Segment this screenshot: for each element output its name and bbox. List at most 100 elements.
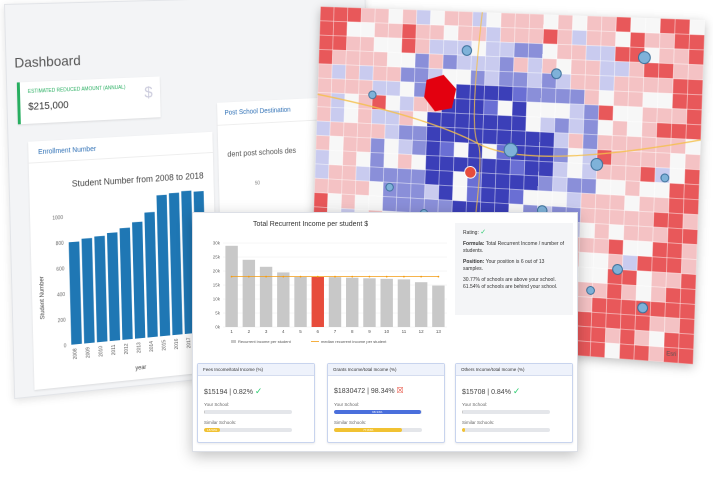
map-region: [369, 196, 383, 211]
map-region: [501, 13, 516, 28]
income-bar: [363, 278, 376, 327]
map-region: [672, 94, 687, 110]
map-region: [513, 72, 528, 87]
enrollment-bar: [94, 235, 108, 343]
school-marker: [638, 303, 648, 314]
map-region: [586, 31, 601, 46]
map-region: [601, 16, 616, 31]
map-region: [443, 54, 458, 69]
x-tick-label: 2011: [111, 344, 117, 355]
x-axis-label: year: [135, 365, 146, 372]
map-region: [641, 152, 656, 168]
map-region: [622, 255, 637, 271]
map-region: [529, 29, 544, 44]
map-region: [387, 52, 401, 67]
median-point: [403, 275, 405, 278]
map-region: [672, 109, 687, 125]
above-text: 30.77% of schools are above your school.: [463, 277, 556, 283]
school-marker: [551, 69, 561, 79]
map-region: [424, 184, 438, 199]
map-region: [615, 32, 630, 47]
map-region: [622, 270, 637, 286]
map-region: [552, 192, 567, 208]
map-region: [640, 167, 655, 183]
map-region: [330, 107, 344, 122]
map-region: [402, 9, 416, 24]
x-tick-label: 6: [317, 329, 320, 334]
map-region: [664, 332, 679, 348]
school-marker: [591, 158, 603, 170]
map-region: [628, 107, 643, 123]
map-region: [595, 194, 610, 210]
map-region: [680, 289, 695, 305]
post-school-subtitle: dent post schools des: [227, 146, 297, 159]
map-region: [319, 35, 333, 50]
map-region: [638, 241, 653, 257]
map-region: [359, 65, 373, 80]
map-region: [664, 317, 679, 333]
map-region: [674, 34, 689, 50]
map-region: [682, 229, 697, 245]
map-region: [440, 142, 455, 157]
map-region: [441, 113, 456, 128]
map-region: [388, 23, 402, 38]
map-region: [621, 285, 636, 301]
map-region: [554, 118, 569, 133]
metric-title: Fees Income/total Income (%): [198, 364, 314, 376]
income-report-panel: Total Recurrent Income per student $ 30k…: [192, 212, 578, 452]
map-region: [512, 101, 527, 116]
map-region: [591, 327, 606, 343]
map-region: [620, 314, 635, 330]
map-region: [571, 60, 586, 75]
map-region: [678, 348, 693, 364]
map-region: [529, 14, 544, 29]
similar-schools-fill: 77.84%: [334, 428, 403, 432]
enrollment-bar: [106, 232, 121, 342]
x-tick-label: 12: [419, 329, 425, 334]
map-region: [513, 57, 528, 72]
map-region: [439, 156, 454, 171]
school-marker: [504, 143, 518, 157]
map-region: [578, 267, 593, 283]
map-region: [612, 121, 627, 137]
map-region: [610, 195, 625, 211]
map-region: [596, 179, 611, 195]
map-region: [553, 162, 568, 177]
map-region: [643, 92, 658, 108]
map-region: [554, 133, 569, 148]
similar-schools-bar: [462, 428, 550, 432]
map-region: [683, 199, 698, 215]
y-tick-label: 0k: [215, 325, 221, 330]
map-region: [347, 22, 361, 37]
map-region: [552, 177, 567, 193]
map-region: [329, 136, 343, 151]
map-region: [328, 179, 342, 194]
school-marker: [462, 46, 472, 56]
school-marker: [386, 183, 394, 191]
map-region: [318, 64, 332, 79]
kpi-value: $215,000: [28, 100, 69, 113]
metric-value: $1830472 | 98.34%: [334, 388, 395, 395]
median-point: [316, 275, 319, 278]
check-icon: ✓: [512, 386, 521, 396]
map-region: [527, 73, 542, 88]
map-region: [374, 37, 388, 52]
enrollment-bar: [68, 241, 82, 345]
map-region: [371, 124, 385, 139]
map-region: [401, 53, 415, 68]
map-region: [429, 54, 443, 69]
map-region: [685, 154, 700, 170]
x-tick-label: 2010: [98, 345, 104, 357]
map-region: [592, 297, 607, 313]
school-marker: [661, 174, 669, 182]
map-region: [605, 343, 620, 359]
your-school-fill: 98.34%: [334, 410, 421, 414]
map-region: [610, 180, 625, 196]
map-region: [430, 25, 444, 40]
map-region: [485, 71, 500, 86]
formula-label: Formula:: [463, 241, 485, 247]
map-region: [665, 288, 680, 304]
map-region: [347, 7, 361, 22]
income-bar: [311, 276, 324, 327]
map-region: [416, 24, 430, 39]
